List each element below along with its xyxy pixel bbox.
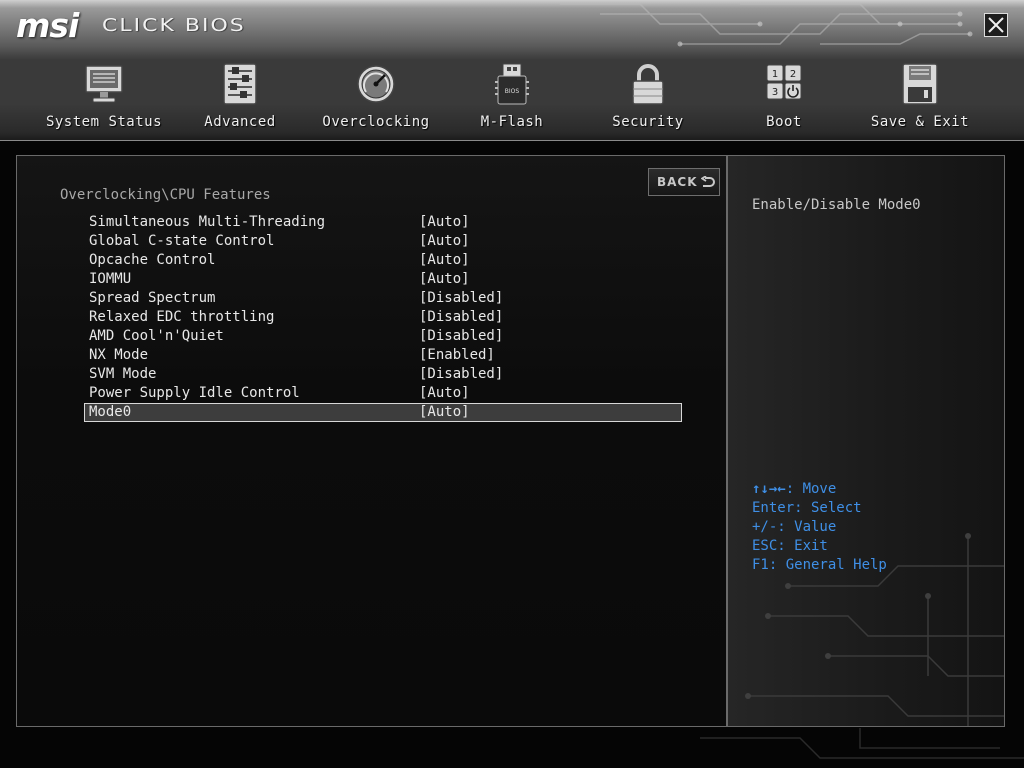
circuit-decoration (700, 728, 1024, 759)
svg-text:1: 1 (772, 69, 778, 80)
header-bar: msi CLICK BIOS System Status Advanced Ov… (0, 0, 1024, 141)
setting-row-svm-mode[interactable]: SVM Mode [Disabled] (84, 365, 682, 384)
setting-row-mode0[interactable]: Mode0 [Auto] (84, 403, 682, 422)
setting-label: Simultaneous Multi-Threading (89, 214, 326, 230)
setting-value: [Disabled] (419, 309, 504, 325)
setting-value: [Enabled] (419, 347, 495, 363)
back-button[interactable]: BACK (648, 168, 720, 196)
key-f1: F1: General Help (752, 557, 887, 573)
close-button[interactable] (984, 13, 1008, 37)
setting-row-iommu[interactable]: IOMMU [Auto] (84, 270, 682, 289)
setting-label: Opcache Control (89, 252, 216, 268)
setting-label: Global C-state Control (89, 233, 275, 249)
settings-panel: Overclocking\CPU Features BACK Simultane… (16, 155, 727, 727)
return-arrow-icon (701, 176, 715, 187)
setting-label: IOMMU (89, 271, 132, 287)
nav-system-status[interactable]: System Status (36, 60, 172, 136)
setting-label: Spread Spectrum (89, 290, 216, 306)
usb-drive-icon: BIOS (495, 63, 529, 105)
nav-overclocking[interactable]: Overclocking (308, 60, 444, 136)
key-enter: Enter: Select (752, 500, 862, 516)
arrow-keys-icon: ↑↓→← (752, 481, 786, 497)
setting-value: [Auto] (419, 271, 470, 287)
breadcrumb: Overclocking\CPU Features (60, 187, 271, 203)
key-legend: ↑↓→←: Move Enter: Select +/-: Value ESC:… (752, 480, 887, 575)
nav-label: Advanced (204, 114, 276, 130)
key-value: +/-: Value (752, 519, 837, 535)
key-move-text: : Move (785, 481, 837, 497)
setting-row-nx-mode[interactable]: NX Mode [Enabled] (84, 346, 682, 365)
setting-row-relaxed-edc[interactable]: Relaxed EDC throttling [Disabled] (84, 308, 682, 327)
key-move: ↑↓→←: Move (752, 480, 887, 499)
setting-row-spread-spectrum[interactable]: Spread Spectrum [Disabled] (84, 289, 682, 308)
nav-security[interactable]: Security (580, 60, 716, 136)
setting-value: [Disabled] (419, 290, 504, 306)
nav-m-flash[interactable]: BIOS M-Flash (444, 60, 580, 136)
setting-value: [Disabled] (419, 328, 504, 344)
setting-label: Power Supply Idle Control (89, 385, 300, 401)
nav-advanced[interactable]: Advanced (172, 60, 308, 136)
lock-icon (632, 64, 664, 105)
msi-logo: msi (16, 5, 79, 45)
setting-value: [Auto] (419, 385, 470, 401)
help-panel: Enable/Disable Mode0 ↑↓→←: Move Enter: S… (727, 155, 1005, 727)
bios-screen: msi CLICK BIOS System Status Advanced Ov… (0, 0, 1024, 768)
setting-label: Mode0 (89, 404, 132, 420)
setting-row-psu-idle-control[interactable]: Power Supply Idle Control [Auto] (84, 384, 682, 403)
help-description: Enable/Disable Mode0 (752, 197, 921, 213)
svg-text:3: 3 (772, 87, 778, 98)
nav-label: Boot (766, 114, 802, 130)
nav-save-exit[interactable]: Save & Exit (852, 60, 988, 136)
nav-label: Security (612, 114, 684, 130)
setting-label: SVM Mode (89, 366, 157, 382)
close-icon (988, 17, 1004, 33)
key-esc: ESC: Exit (752, 538, 828, 554)
nav-label: M-Flash (480, 114, 544, 130)
nav-label: System Status (45, 114, 163, 130)
back-label: BACK (657, 175, 698, 189)
setting-label: AMD Cool'n'Quiet (89, 328, 224, 344)
circuit-decoration (745, 533, 1004, 726)
setting-row-cool-n-quiet[interactable]: AMD Cool'n'Quiet [Disabled] (84, 327, 682, 346)
floppy-disk-icon (902, 63, 938, 105)
product-name: CLICK BIOS (101, 15, 246, 36)
main-nav: System Status Advanced Overclocking BIOS… (0, 60, 1024, 136)
nav-label: Overclocking (322, 114, 430, 130)
setting-label: NX Mode (89, 347, 149, 363)
brand: msi CLICK BIOS (16, 8, 246, 42)
svg-text:BIOS: BIOS (505, 88, 520, 95)
setting-row-global-c-state[interactable]: Global C-state Control [Auto] (84, 232, 682, 251)
setting-value: [Auto] (419, 404, 470, 420)
setting-value: [Disabled] (419, 366, 504, 382)
monitor-icon (85, 65, 123, 103)
setting-value: [Auto] (419, 252, 470, 268)
nav-boot[interactable]: 1 2 3 Boot (716, 60, 852, 136)
setting-row-smt[interactable]: Simultaneous Multi-Threading [Auto] (84, 213, 682, 232)
gauge-icon (357, 65, 395, 103)
setting-value: [Auto] (419, 214, 470, 230)
sliders-icon (223, 63, 257, 105)
boot-order-icon: 1 2 3 (766, 64, 802, 100)
setting-row-opcache[interactable]: Opcache Control [Auto] (84, 251, 682, 270)
svg-text:2: 2 (790, 69, 796, 80)
nav-label: Save & Exit (870, 114, 970, 130)
settings-list: Simultaneous Multi-Threading [Auto] Glob… (84, 213, 682, 422)
setting-label: Relaxed EDC throttling (89, 309, 275, 325)
setting-value: [Auto] (419, 233, 470, 249)
